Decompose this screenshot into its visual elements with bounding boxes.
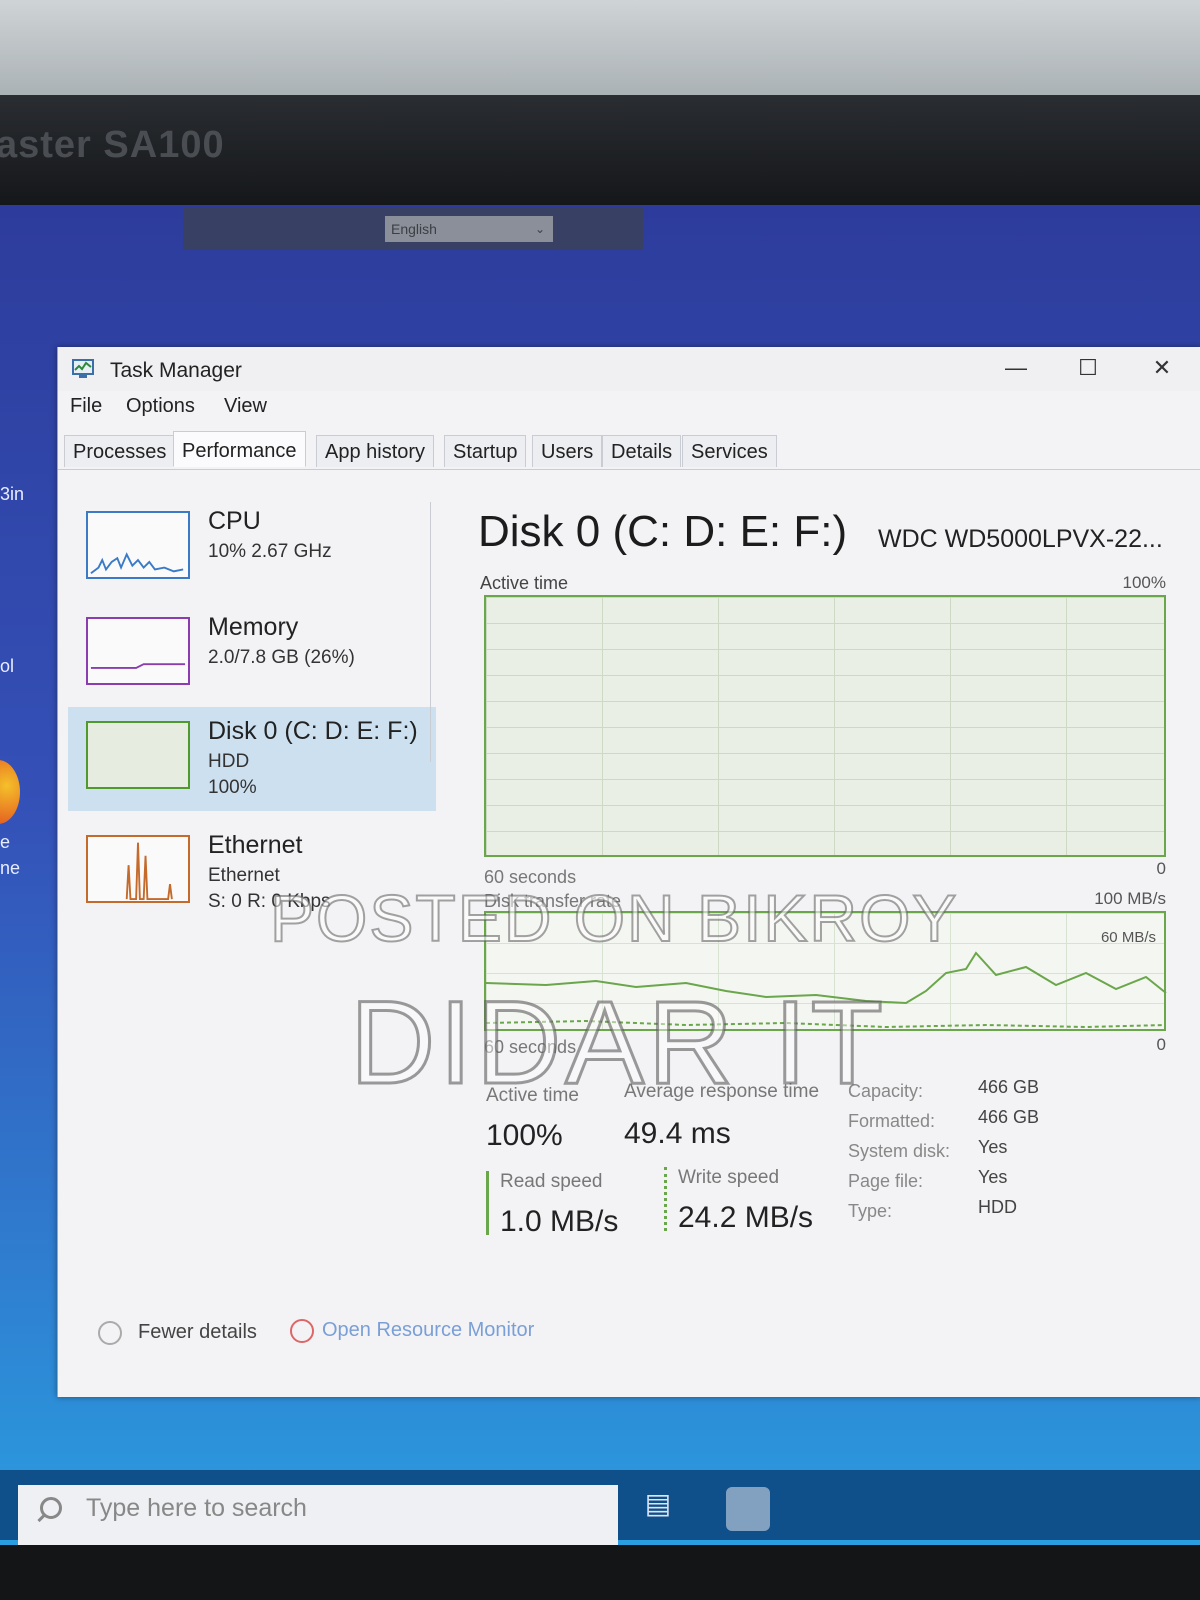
- watermark-line-2: DIDAR IT: [349, 976, 887, 1111]
- tab-app-history[interactable]: App history: [316, 435, 435, 467]
- property-key: System disk:: [848, 1141, 951, 1161]
- title-bar[interactable]: Task Manager — ☐ ✕: [58, 347, 1200, 391]
- property-value: Yes: [978, 1167, 1008, 1187]
- property-key: Formatted:: [848, 1111, 936, 1131]
- property-key: Page file:: [848, 1171, 924, 1191]
- menu-file[interactable]: File: [70, 395, 102, 418]
- read-speed-label: Read speed: [500, 1171, 603, 1192]
- active-time-max-label: 100%: [1122, 573, 1166, 592]
- close-button[interactable]: ✕: [1142, 351, 1182, 385]
- task-view-icon[interactable]: ▤: [638, 1487, 678, 1527]
- watermark-line-1: POSTED ON BIKROY: [269, 880, 959, 956]
- window-footer: Fewer details Open Resource Monitor: [58, 1307, 1200, 1357]
- desktop-edge-label[interactable]: e: [0, 832, 10, 853]
- chevron-down-icon: ⌄: [534, 222, 545, 236]
- desktop-edge-label[interactable]: ol: [0, 656, 14, 677]
- property-value: Yes: [978, 1137, 1008, 1157]
- window-title: Task Manager: [110, 359, 242, 382]
- sidebar-item-title: Memory: [208, 613, 299, 641]
- sidebar-item-detail: 2.0/7.8 GB (26%): [208, 647, 355, 668]
- write-speed-label: Write speed: [678, 1167, 780, 1188]
- active-graph-min-label: 0: [1156, 859, 1166, 878]
- sidebar-item-cpu[interactable]: CPU 10% 2.67 GHz: [68, 497, 436, 601]
- open-resource-monitor-link[interactable]: Open Resource Monitor: [322, 1319, 534, 1342]
- tab-bar: Processes Performance App history Startu…: [58, 431, 1200, 470]
- sidebar-divider: [430, 502, 431, 762]
- sidebar-item-title: CPU: [208, 507, 261, 535]
- fewer-details-link[interactable]: Fewer details: [138, 1321, 257, 1344]
- write-speed-value: 24.2 MB/s: [678, 1201, 814, 1234]
- active-time-graph-label: Active time: [480, 573, 569, 593]
- sidebar-item-title: Ethernet: [208, 831, 303, 859]
- menu-bar: File Options View: [58, 391, 1200, 423]
- task-manager-window: Task Manager — ☐ ✕ File Options View Pro…: [57, 347, 1200, 1397]
- property-key: Type:: [848, 1201, 893, 1221]
- ethernet-thumbnail-graph: [86, 835, 190, 903]
- task-manager-icon: [72, 359, 94, 378]
- tab-users[interactable]: Users: [532, 435, 603, 467]
- desktop-edge-label[interactable]: ne: [0, 858, 20, 879]
- search-icon: [40, 1497, 62, 1519]
- read-speed-indicator: [486, 1171, 489, 1235]
- search-placeholder: Type here to search: [86, 1494, 307, 1522]
- property-value: 466 GB: [978, 1077, 1040, 1097]
- resource-monitor-icon[interactable]: [290, 1319, 314, 1343]
- sidebar-item-detail: HDD: [208, 751, 250, 772]
- tab-details[interactable]: Details: [602, 435, 682, 467]
- avg-response-stat-value: 49.4 ms: [624, 1117, 731, 1150]
- active-time-graph: [484, 595, 1166, 857]
- tab-startup[interactable]: Startup: [444, 435, 527, 467]
- menu-view[interactable]: View: [224, 395, 267, 418]
- chevron-up-icon[interactable]: [98, 1321, 122, 1345]
- active-time-stat-value: 100%: [486, 1119, 563, 1152]
- sidebar-item-detail: 10% 2.67 GHz: [208, 541, 332, 562]
- memory-thumbnail-graph: [86, 617, 190, 685]
- tab-performance[interactable]: Performance: [173, 431, 306, 467]
- write-speed-indicator: [664, 1167, 667, 1231]
- monitor-bezel-top: aster SA100: [0, 95, 1200, 205]
- disk-title: Disk 0 (C: D: E: F:): [478, 507, 848, 556]
- monitor-bezel-bottom: [0, 1545, 1200, 1600]
- maximize-button[interactable]: ☐: [1068, 351, 1108, 385]
- desktop-edge-label[interactable]: 3in: [0, 484, 24, 505]
- sidebar-item-memory[interactable]: Memory 2.0/7.8 GB (26%): [68, 603, 436, 707]
- language-select-value: English: [391, 221, 437, 237]
- pinned-app-icon[interactable]: [726, 1487, 770, 1531]
- cpu-thumbnail-graph: [86, 511, 190, 579]
- tab-processes[interactable]: Processes: [64, 435, 176, 467]
- disk-thumbnail-graph: [86, 721, 190, 789]
- disk-model: WDC WD5000LPVX-22...: [878, 525, 1163, 553]
- read-speed-value: 1.0 MB/s: [500, 1205, 619, 1238]
- tab-services[interactable]: Services: [682, 435, 777, 467]
- menu-options[interactable]: Options: [126, 395, 195, 418]
- property-value: HDD: [978, 1197, 1017, 1217]
- sidebar-item-disk0[interactable]: Disk 0 (C: D: E: F:) HDD 100%: [68, 707, 436, 811]
- monitor-brand: aster SA100: [0, 124, 225, 166]
- minimize-button[interactable]: —: [996, 351, 1036, 385]
- language-select[interactable]: English ⌄: [385, 216, 553, 242]
- property-value: 466 GB: [978, 1107, 1040, 1127]
- background-ceiling: [0, 0, 1200, 100]
- sidebar-item-title: Disk 0 (C: D: E: F:): [208, 717, 418, 745]
- transfer-max-label: 100 MB/s: [1094, 889, 1166, 908]
- transfer-min-label: 0: [1156, 1035, 1166, 1054]
- sidebar-item-detail: 100%: [208, 777, 257, 798]
